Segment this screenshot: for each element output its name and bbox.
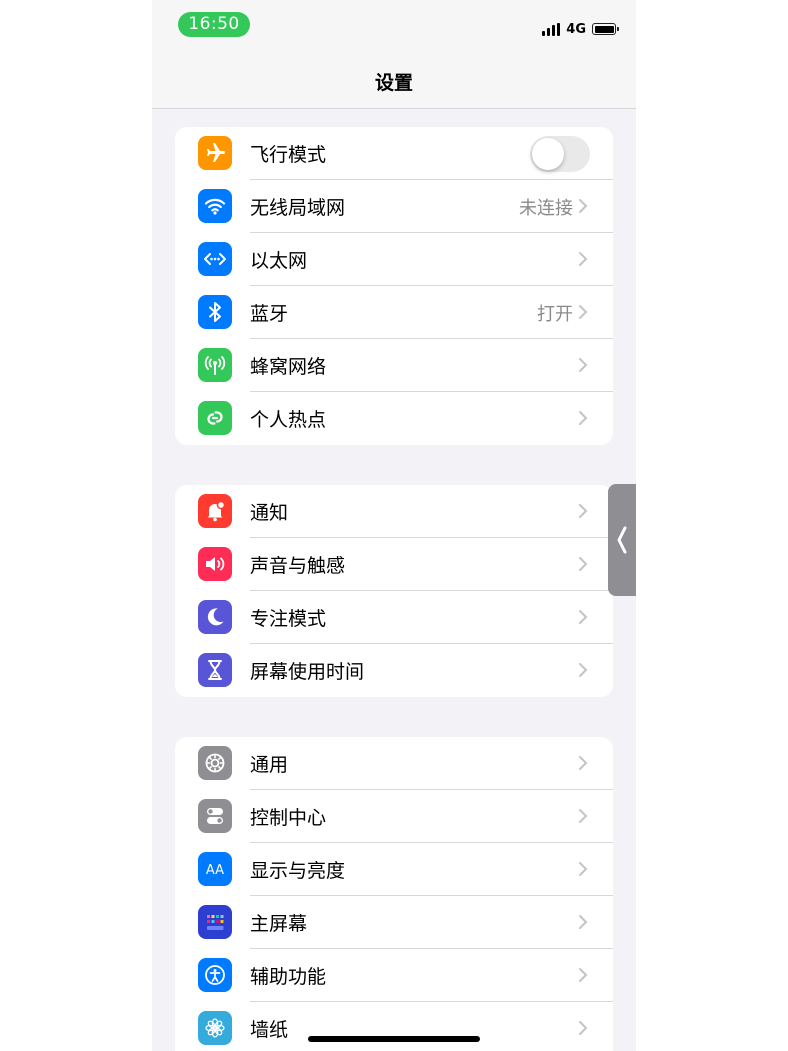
settings-row-general[interactable]: 通用: [175, 737, 613, 790]
chevron-right-icon: [579, 305, 588, 319]
settings-row-notifications[interactable]: 通知: [175, 485, 613, 538]
text-size-icon: AA: [198, 852, 232, 886]
settings-row-label: 辅助功能: [250, 966, 327, 988]
settings-row-label: 通知: [250, 502, 289, 524]
wifi-icon: [198, 189, 232, 223]
settings-row-wifi[interactable]: 无线局域网 未连接: [175, 180, 613, 233]
side-panel-handle[interactable]: [608, 484, 636, 596]
settings-row-display[interactable]: AA 显示与亮度: [175, 843, 613, 896]
settings-row-label: 显示与亮度: [250, 860, 346, 882]
settings-row-label: 屏幕使用时间: [250, 661, 365, 683]
settings-row-control-center[interactable]: 控制中心: [175, 790, 613, 843]
chevron-right-icon: [579, 809, 588, 823]
chevron-right-icon: [579, 968, 588, 982]
page-title: 设置: [374, 72, 413, 94]
status-indicators: 4G: [542, 19, 619, 39]
settings-row-label: 墙纸: [250, 1019, 289, 1041]
settings-row-home-screen[interactable]: 主屏幕: [175, 896, 613, 949]
chevron-right-icon: [579, 756, 588, 770]
bluetooth-status-value: 打开: [537, 303, 573, 325]
top-bar: 16:50 4G 设置: [152, 0, 636, 109]
settings-row-wallpaper[interactable]: 墙纸: [175, 1002, 613, 1051]
chevron-right-icon: [579, 610, 588, 624]
battery-icon: [592, 23, 619, 35]
settings-row-focus[interactable]: 专注模式: [175, 591, 613, 644]
settings-group-connectivity: 飞行模式 无线局域网 未连接 以太网 蓝牙 打开 蜂窝网络 个人热点: [175, 127, 613, 445]
settings-row-sounds[interactable]: 声音与触感: [175, 538, 613, 591]
chevron-right-icon: [579, 358, 588, 372]
status-time[interactable]: 16:50: [178, 12, 250, 37]
chevron-right-icon: [579, 252, 588, 266]
settings-row-label: 飞行模式: [250, 144, 327, 166]
chevron-right-icon: [579, 557, 588, 571]
settings-row-ethernet[interactable]: 以太网: [175, 233, 613, 286]
wifi-status-value: 未连接: [519, 197, 573, 219]
airplane-mode-toggle[interactable]: [530, 136, 590, 172]
cellular-signal-icon: [542, 22, 561, 36]
chevron-right-icon: [579, 1021, 588, 1035]
notification-bell-icon: [198, 494, 232, 528]
ethernet-icon: [198, 242, 232, 276]
settings-row-label: 主屏幕: [250, 913, 308, 935]
settings-group-notifications: 通知 声音与触感 专注模式 屏幕使用时间: [175, 485, 613, 697]
settings-row-label: 蜂窝网络: [250, 356, 327, 378]
settings-group-general: 通用 控制中心 AA 显示与亮度 主屏幕 辅助功能 墙纸: [175, 737, 613, 1051]
home-indicator[interactable]: [308, 1036, 480, 1042]
chevron-right-icon: [579, 199, 588, 213]
settings-row-airplane-mode[interactable]: 飞行模式: [175, 127, 613, 180]
settings-row-label: 蓝牙: [250, 303, 289, 325]
settings-row-hotspot[interactable]: 个人热点: [175, 392, 613, 445]
svg-text:AA: AA: [206, 863, 224, 878]
settings-row-label: 声音与触感: [250, 555, 346, 577]
home-screen-grid-icon: [198, 905, 232, 939]
hourglass-icon: [198, 653, 232, 687]
switches-icon: [198, 799, 232, 833]
airplane-icon: [198, 136, 232, 170]
bluetooth-icon: [198, 295, 232, 329]
chevron-right-icon: [579, 411, 588, 425]
network-type-label: 4G: [566, 21, 586, 37]
flower-icon: [198, 1011, 232, 1045]
settings-row-screen-time[interactable]: 屏幕使用时间: [175, 644, 613, 697]
settings-screen: 16:50 4G 设置 飞行模式 无线局域网 未连接 以太网 蓝牙 打开 蜂窝网…: [152, 0, 636, 1051]
settings-row-label: 无线局域网: [250, 197, 346, 219]
settings-row-accessibility[interactable]: 辅助功能: [175, 949, 613, 1002]
settings-row-bluetooth[interactable]: 蓝牙 打开: [175, 286, 613, 339]
chevron-left-icon: [617, 526, 627, 554]
hotspot-icon: [198, 401, 232, 435]
settings-row-label: 专注模式: [250, 608, 327, 630]
chevron-right-icon: [579, 663, 588, 677]
moon-icon: [198, 600, 232, 634]
settings-row-cellular[interactable]: 蜂窝网络: [175, 339, 613, 392]
gear-icon: [198, 746, 232, 780]
speaker-icon: [198, 547, 232, 581]
settings-row-label: 通用: [250, 754, 289, 776]
settings-row-label: 以太网: [250, 250, 308, 272]
settings-row-label: 个人热点: [250, 409, 327, 431]
chevron-right-icon: [579, 915, 588, 929]
cellular-icon: [198, 348, 232, 382]
chevron-right-icon: [579, 504, 588, 518]
accessibility-icon: [198, 958, 232, 992]
settings-row-label: 控制中心: [250, 807, 327, 829]
chevron-right-icon: [579, 862, 588, 876]
